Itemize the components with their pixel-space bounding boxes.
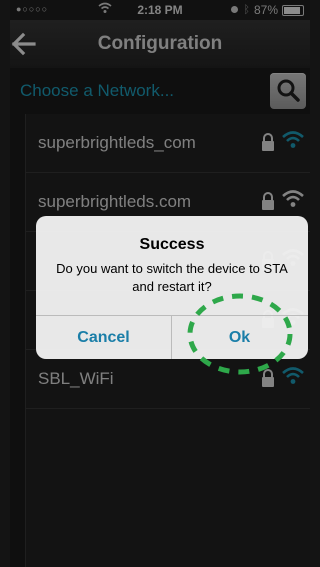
app-screen: ●○○○○ 2:18 PM ᛒ 87% Configuration Choose… [10, 0, 310, 567]
alert-message: Do you want to switch the device to STA … [56, 261, 288, 294]
ok-button[interactable]: Ok [172, 316, 307, 359]
alert-button-bar: Cancel Ok [36, 315, 308, 359]
alert-title: Success [139, 236, 205, 253]
success-alert: Success Do you want to switch the device… [36, 216, 308, 359]
cancel-button[interactable]: Cancel [36, 316, 172, 359]
